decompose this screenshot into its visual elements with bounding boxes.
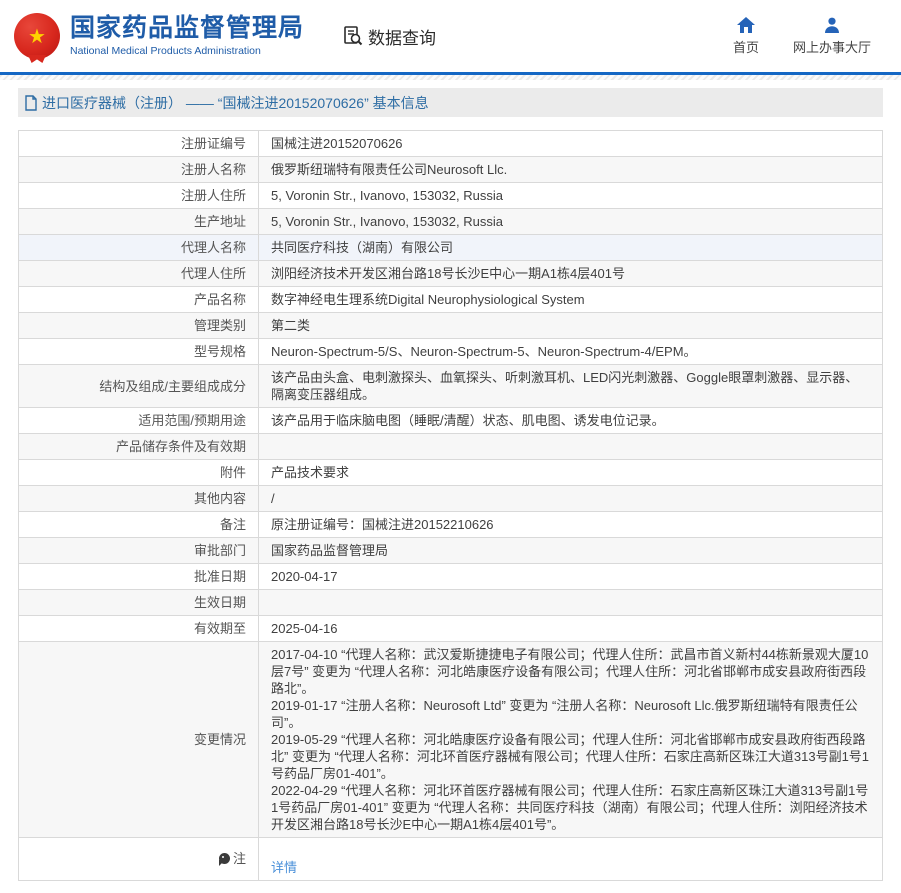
- hatch-divider: [0, 75, 901, 80]
- row-label: 批准日期: [19, 564, 259, 590]
- row-label: 型号规格: [19, 339, 259, 365]
- table-row: 注册人住所5, Voronin Str., Ivanovo, 153032, R…: [19, 183, 883, 209]
- row-value: 国家药品监督管理局: [259, 538, 883, 564]
- row-value: 2017-04-10 “代理人名称：武汉爱斯捷捷电子有限公司；代理人住所：武昌市…: [259, 642, 883, 838]
- row-label: 生产地址: [19, 209, 259, 235]
- row-value: 浏阳经济技术开发区湘台路18号长沙E中心一期A1栋4层401号: [259, 261, 883, 287]
- breadcrumb: 进口医疗器械（注册） —— “国械注进20152070626” 基本信息: [18, 88, 883, 117]
- table-row: 备注原注册证编号：国械注进20152210626: [19, 512, 883, 538]
- table-row: 批准日期2020-04-17: [19, 564, 883, 590]
- table-row: 适用范围/预期用途该产品用于临床脑电图（睡眠/清醒）状态、肌电图、诱发电位记录。: [19, 408, 883, 434]
- row-value: /: [259, 486, 883, 512]
- row-value: 2025-04-16: [259, 616, 883, 642]
- table-row: 代理人住所浏阳经济技术开发区湘台路18号长沙E中心一期A1栋4层401号: [19, 261, 883, 287]
- row-value: 国械注进20152070626: [259, 131, 883, 157]
- data-query-label: 数据查询: [368, 24, 436, 49]
- row-value: 2020-04-17: [259, 564, 883, 590]
- table-row-note: 注 详情: [19, 838, 883, 881]
- detail-link[interactable]: 详情: [271, 860, 297, 875]
- nav-label-service-hall: 网上办事大厅: [793, 37, 871, 56]
- row-value: 俄罗斯纽瑞特有限责任公司Neurosoft Llc.: [259, 157, 883, 183]
- nav-item-home[interactable]: 首页: [733, 17, 759, 56]
- table-row: 注册证编号国械注进20152070626: [19, 131, 883, 157]
- row-label: 有效期至: [19, 616, 259, 642]
- row-label: 生效日期: [19, 590, 259, 616]
- row-value: [259, 434, 883, 460]
- table-row: 代理人名称共同医疗科技（湖南）有限公司: [19, 235, 883, 261]
- table-row: 审批部门国家药品监督管理局: [19, 538, 883, 564]
- row-label: 备注: [19, 512, 259, 538]
- brand-block: 国家药品监督管理局 National Medical Products Admi…: [70, 15, 304, 57]
- table-row: 结构及组成/主要组成成分该产品由头盒、电刺激探头、血氧探头、听刺激耳机、LED闪…: [19, 365, 883, 408]
- row-label: 产品名称: [19, 287, 259, 313]
- table-row: 管理类别第二类: [19, 313, 883, 339]
- row-value: 5, Voronin Str., Ivanovo, 153032, Russia: [259, 183, 883, 209]
- row-label: 附件: [19, 460, 259, 486]
- row-label: 注册人名称: [19, 157, 259, 183]
- row-value: 5, Voronin Str., Ivanovo, 153032, Russia: [259, 209, 883, 235]
- table-row: 注册人名称俄罗斯纽瑞特有限责任公司Neurosoft Llc.: [19, 157, 883, 183]
- row-label: 代理人名称: [19, 235, 259, 261]
- site-subtitle: National Medical Products Administration: [70, 45, 304, 57]
- row-label: 适用范围/预期用途: [19, 408, 259, 434]
- row-label: 代理人住所: [19, 261, 259, 287]
- table-row: 有效期至2025-04-16: [19, 616, 883, 642]
- document-icon: [24, 95, 38, 111]
- row-label: 结构及组成/主要组成成分: [19, 365, 259, 408]
- home-icon: [737, 17, 755, 33]
- breadcrumb-text: 进口医疗器械（注册） —— “国械注进20152070626” 基本信息: [42, 93, 429, 113]
- table-row: 生效日期: [19, 590, 883, 616]
- table-row: 型号规格Neuron-Spectrum-5/S、Neuron-Spectrum-…: [19, 339, 883, 365]
- table-row: 产品名称数字神经电生理系统Digital Neurophysiological …: [19, 287, 883, 313]
- table-row: 附件产品技术要求: [19, 460, 883, 486]
- row-label: 注册人住所: [19, 183, 259, 209]
- nav-label-home: 首页: [733, 37, 759, 56]
- table-row: 其他内容/: [19, 486, 883, 512]
- row-label: 管理类别: [19, 313, 259, 339]
- data-query-tab[interactable]: 数据查询: [342, 24, 436, 49]
- header-nav: 首页 网上办事大厅: [733, 17, 887, 56]
- nmpa-logo-icon[interactable]: ★: [14, 13, 60, 59]
- table-row: 变更情况2017-04-10 “代理人名称：武汉爱斯捷捷电子有限公司；代理人住所…: [19, 642, 883, 838]
- row-value: 第二类: [259, 313, 883, 339]
- table-row: 产品储存条件及有效期: [19, 434, 883, 460]
- row-value: 数字神经电生理系统Digital Neurophysiological Syst…: [259, 287, 883, 313]
- row-value: 原注册证编号：国械注进20152210626: [259, 512, 883, 538]
- note-balloon-icon: [219, 853, 230, 864]
- row-value: 共同医疗科技（湖南）有限公司: [259, 235, 883, 261]
- user-icon: [823, 17, 841, 33]
- table-row: 生产地址5, Voronin Str., Ivanovo, 153032, Ru…: [19, 209, 883, 235]
- row-value: [259, 590, 883, 616]
- page-header: ★ 国家药品监督管理局 National Medical Products Ad…: [0, 0, 901, 72]
- row-value: Neuron-Spectrum-5/S、Neuron-Spectrum-5、Ne…: [259, 339, 883, 365]
- row-label: 审批部门: [19, 538, 259, 564]
- data-query-icon: [342, 25, 364, 47]
- row-value: 产品技术要求: [259, 460, 883, 486]
- row-value: 该产品由头盒、电刺激探头、血氧探头、听刺激耳机、LED闪光刺激器、Goggle眼…: [259, 365, 883, 408]
- note-label: 注: [233, 850, 246, 867]
- site-title: 国家药品监督管理局: [70, 15, 304, 43]
- row-label: 其他内容: [19, 486, 259, 512]
- nav-item-service-hall[interactable]: 网上办事大厅: [793, 17, 871, 56]
- row-value: 该产品用于临床脑电图（睡眠/清醒）状态、肌电图、诱发电位记录。: [259, 408, 883, 434]
- row-label: 注册证编号: [19, 131, 259, 157]
- row-label: 产品储存条件及有效期: [19, 434, 259, 460]
- row-label: 变更情况: [19, 642, 259, 838]
- registration-info-table: 注册证编号国械注进20152070626注册人名称俄罗斯纽瑞特有限责任公司Neu…: [18, 130, 883, 881]
